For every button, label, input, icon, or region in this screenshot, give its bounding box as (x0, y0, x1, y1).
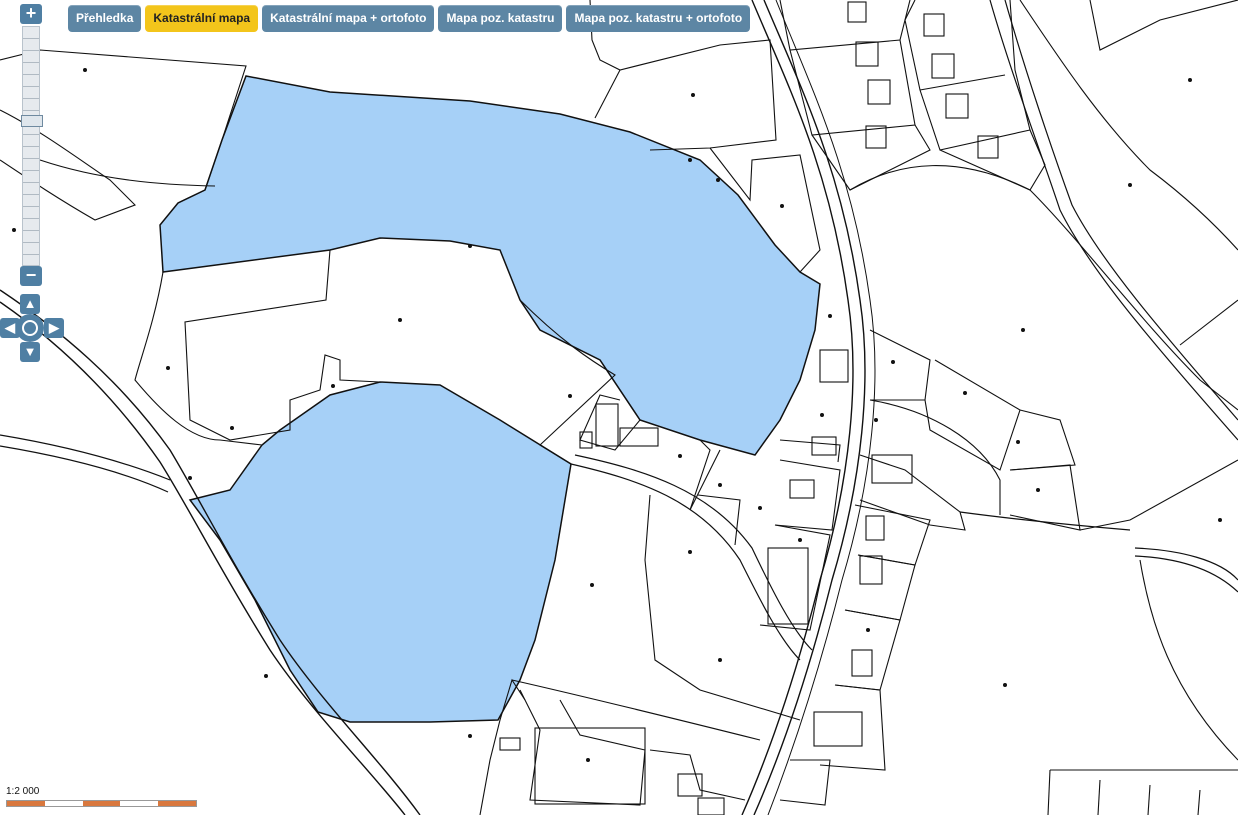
pan-down-icon[interactable]: ▼ (20, 342, 40, 362)
zoom-out-button[interactable]: − (20, 266, 42, 286)
cadastral-map[interactable] (0, 0, 1238, 815)
tab-mapa-poz-katastru-ortofoto[interactable]: Mapa poz. katastru + ortofoto (566, 5, 751, 32)
scale-bar (6, 800, 197, 807)
scale-indicator: 1:2 000 (6, 786, 197, 807)
pan-up-icon[interactable]: ▲ (20, 294, 40, 314)
pan-right-icon[interactable]: ▶ (44, 318, 64, 338)
tab-mapa-poz-katastru[interactable]: Mapa poz. katastru (438, 5, 563, 32)
zoom-in-button[interactable]: + (20, 4, 42, 24)
tab-katastralni-mapa-ortofoto[interactable]: Katastrální mapa + ortofoto (262, 5, 435, 32)
tab-prehledka[interactable]: Přehledka (68, 5, 142, 32)
map-layer-tabs: Přehledka Katastrální mapa Katastrální m… (68, 5, 751, 32)
pan-control: ▲ ◀ ▶ ▼ (0, 294, 64, 362)
zoom-control: + − (20, 4, 43, 287)
zoom-slider-handle[interactable] (21, 115, 43, 127)
pan-center-icon[interactable] (16, 314, 44, 342)
scale-label: 1:2 000 (6, 786, 40, 797)
tab-katastralni-mapa[interactable]: Katastrální mapa (145, 5, 259, 32)
zoom-slider-track[interactable] (21, 26, 43, 266)
